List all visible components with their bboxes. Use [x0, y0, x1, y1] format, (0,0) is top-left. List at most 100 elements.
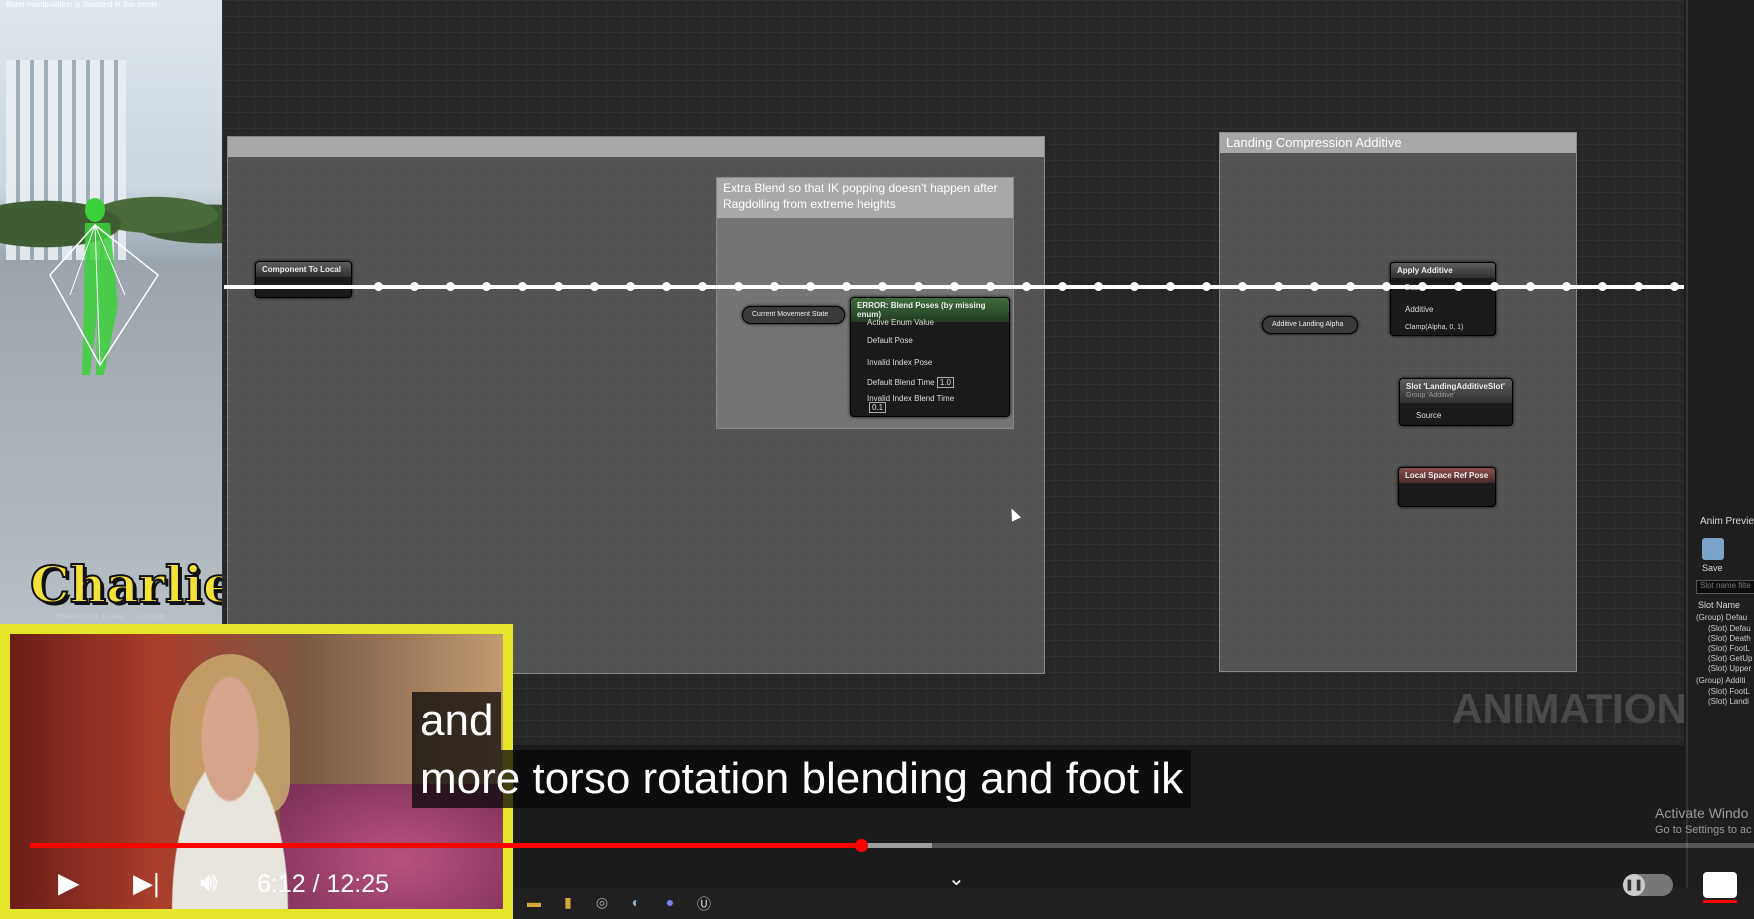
- volume-icon[interactable]: 🔊︎: [200, 866, 218, 899]
- video-captions: and more torso rotation blending and foo…: [412, 692, 1272, 808]
- wire-dot: [410, 282, 419, 291]
- chart-icon[interactable]: ▮: [559, 894, 577, 912]
- wire-dot: [1238, 282, 1247, 291]
- wire-dot: [950, 282, 959, 291]
- node-slot[interactable]: Slot 'LandingAdditiveSlot' Group 'Additiv…: [1399, 378, 1513, 426]
- wire-dot: [698, 282, 707, 291]
- wire-dot: [1526, 282, 1535, 291]
- wire-dot: [1634, 282, 1643, 291]
- viewport-message: Bone manipulation is disabled in this mo…: [6, 0, 160, 9]
- wire-dot: [1562, 282, 1571, 291]
- pin-default-blend-time[interactable]: Default Blend Time 1.0: [867, 377, 954, 388]
- wire-dot: [1382, 282, 1391, 291]
- wire-dot: [878, 282, 887, 291]
- wire-dot: [1202, 282, 1211, 291]
- caption-line-2: more torso rotation blending and foot ik: [412, 750, 1192, 808]
- slot-item[interactable]: (Slot) Death: [1708, 634, 1751, 643]
- wire-dot: [482, 282, 491, 291]
- slot-item[interactable]: (Slot) Defau: [1708, 624, 1751, 633]
- wire-dot: [1598, 282, 1607, 291]
- comment-box-3[interactable]: Landing Compression Additive: [1219, 132, 1577, 672]
- preview-status: Preview out of date: [56, 612, 125, 621]
- pin-default-pose[interactable]: Default Pose: [867, 336, 913, 345]
- compile-status[interactable]: Compile: [137, 612, 166, 621]
- animation-preview-viewport[interactable]: Bone manipulation is disabled in this mo…: [0, 0, 222, 625]
- save-icon: [1702, 538, 1724, 560]
- wire-dot: [1130, 282, 1139, 291]
- pin-clamp-alpha[interactable]: Clamp(Alpha, 0, 1): [1405, 324, 1463, 331]
- file-explorer-icon[interactable]: ▬: [525, 894, 543, 912]
- slot-item[interactable]: (Group) Defau: [1696, 613, 1747, 622]
- pin-active-enum[interactable]: Active Enum Value: [867, 318, 934, 327]
- pin-source[interactable]: Source: [1416, 411, 1441, 420]
- node-title: Apply Additive: [1391, 263, 1495, 278]
- slot-item[interactable]: (Slot) GetUp: [1708, 654, 1752, 663]
- pin-invalid-blend-time[interactable]: Invalid Index Blend Time 0.1: [867, 394, 954, 413]
- windows-activation-hint: Go to Settings to ac: [1655, 824, 1752, 836]
- slot-title: Slot 'LandingAdditiveSlot': [1406, 382, 1505, 391]
- node-apply-additive[interactable]: Apply Additive Base Additive Clamp(Alpha…: [1390, 262, 1496, 336]
- node-title: Component To Local: [256, 262, 351, 277]
- node-component-to-local[interactable]: Component To Local: [255, 261, 352, 298]
- wire-dot: [986, 282, 995, 291]
- chevron-down-icon[interactable]: ⌄: [948, 866, 965, 891]
- default-blend-time-input[interactable]: 1.0: [936, 377, 954, 388]
- invalid-blend-time-input[interactable]: 0.1: [869, 402, 887, 413]
- windows-taskbar: ▬ ▮ ◎ ◐ ● Ⓤ: [513, 888, 1754, 919]
- node-current-movement-state[interactable]: Current Movement State: [742, 306, 845, 324]
- wire-dot: [1022, 282, 1031, 291]
- node-blend-poses[interactable]: ERROR: Blend Poses (by missing enum) Act…: [850, 297, 1010, 417]
- anim-preview-tab[interactable]: Anim Previe: [1700, 516, 1754, 527]
- pin-label: Default Blend Time: [867, 378, 935, 387]
- pose-wire: [224, 282, 1684, 291]
- save-button[interactable]: Save: [1702, 538, 1724, 573]
- node-local-space-ref-pose[interactable]: Local Space Ref Pose: [1398, 467, 1496, 507]
- play-icon[interactable]: ▶: [58, 866, 80, 899]
- comment-box-1-title: [228, 137, 1044, 157]
- wire-dot: [1058, 282, 1067, 291]
- wire-dot: [1274, 282, 1283, 291]
- autoplay-toggle[interactable]: ❚❚: [1623, 874, 1673, 896]
- unreal-engine-icon[interactable]: Ⓤ: [695, 894, 713, 912]
- node-additive-landing-alpha[interactable]: Additive Landing Alpha: [1262, 316, 1358, 334]
- channel-name-overlay: Charlie: [29, 554, 222, 615]
- wire-dot: [590, 282, 599, 291]
- subtitles-icon[interactable]: [1703, 872, 1737, 903]
- time-display: 6:12 / 12:25: [257, 870, 390, 898]
- next-icon[interactable]: ▶|: [133, 868, 160, 899]
- windows-activation-notice: Activate Windo: [1655, 805, 1749, 821]
- slot-item[interactable]: (Group) Additi: [1696, 676, 1745, 685]
- pin-invalid-index-pose[interactable]: Invalid Index Pose: [867, 358, 932, 367]
- steam-icon[interactable]: ◐: [627, 894, 645, 912]
- node-title: Current Movement State: [752, 311, 829, 318]
- played-bar: [30, 843, 861, 848]
- slot-name-header: Slot Name: [1698, 600, 1741, 610]
- node-title: Additive Landing Alpha: [1272, 321, 1344, 328]
- wire-dot: [1346, 282, 1355, 291]
- slot-name-filter-input[interactable]: Slot name filte: [1696, 580, 1754, 594]
- discord-icon[interactable]: ●: [661, 894, 679, 912]
- wire-dot: [770, 282, 779, 291]
- wire-dot: [1454, 282, 1463, 291]
- slot-item[interactable]: (Slot) FootL: [1708, 644, 1750, 653]
- wire-dot: [554, 282, 563, 291]
- slot-item[interactable]: (Slot) Landi: [1708, 697, 1749, 706]
- save-label: Save: [1702, 563, 1723, 573]
- wire-dot: [374, 282, 383, 291]
- progress-bar[interactable]: [30, 839, 1754, 852]
- slot-item[interactable]: (Slot) Upper: [1708, 664, 1751, 673]
- wire-dot: [734, 282, 743, 291]
- viewport-status: Preview out of date Compile: [56, 612, 166, 621]
- pin-additive[interactable]: Additive: [1405, 305, 1433, 314]
- wire-dot: [914, 282, 923, 291]
- obs-icon[interactable]: ◎: [593, 894, 611, 912]
- wire-dot: [1166, 282, 1175, 291]
- wire-dot: [446, 282, 455, 291]
- wire-dot: [1094, 282, 1103, 291]
- slot-item[interactable]: (Slot) FootL: [1708, 687, 1750, 696]
- scrubber-handle[interactable]: [854, 839, 868, 852]
- slot-subtitle: Group 'Additive': [1406, 392, 1455, 399]
- caption-line-1: and: [412, 692, 502, 750]
- wire-dot: [518, 282, 527, 291]
- wire-dot: [806, 282, 815, 291]
